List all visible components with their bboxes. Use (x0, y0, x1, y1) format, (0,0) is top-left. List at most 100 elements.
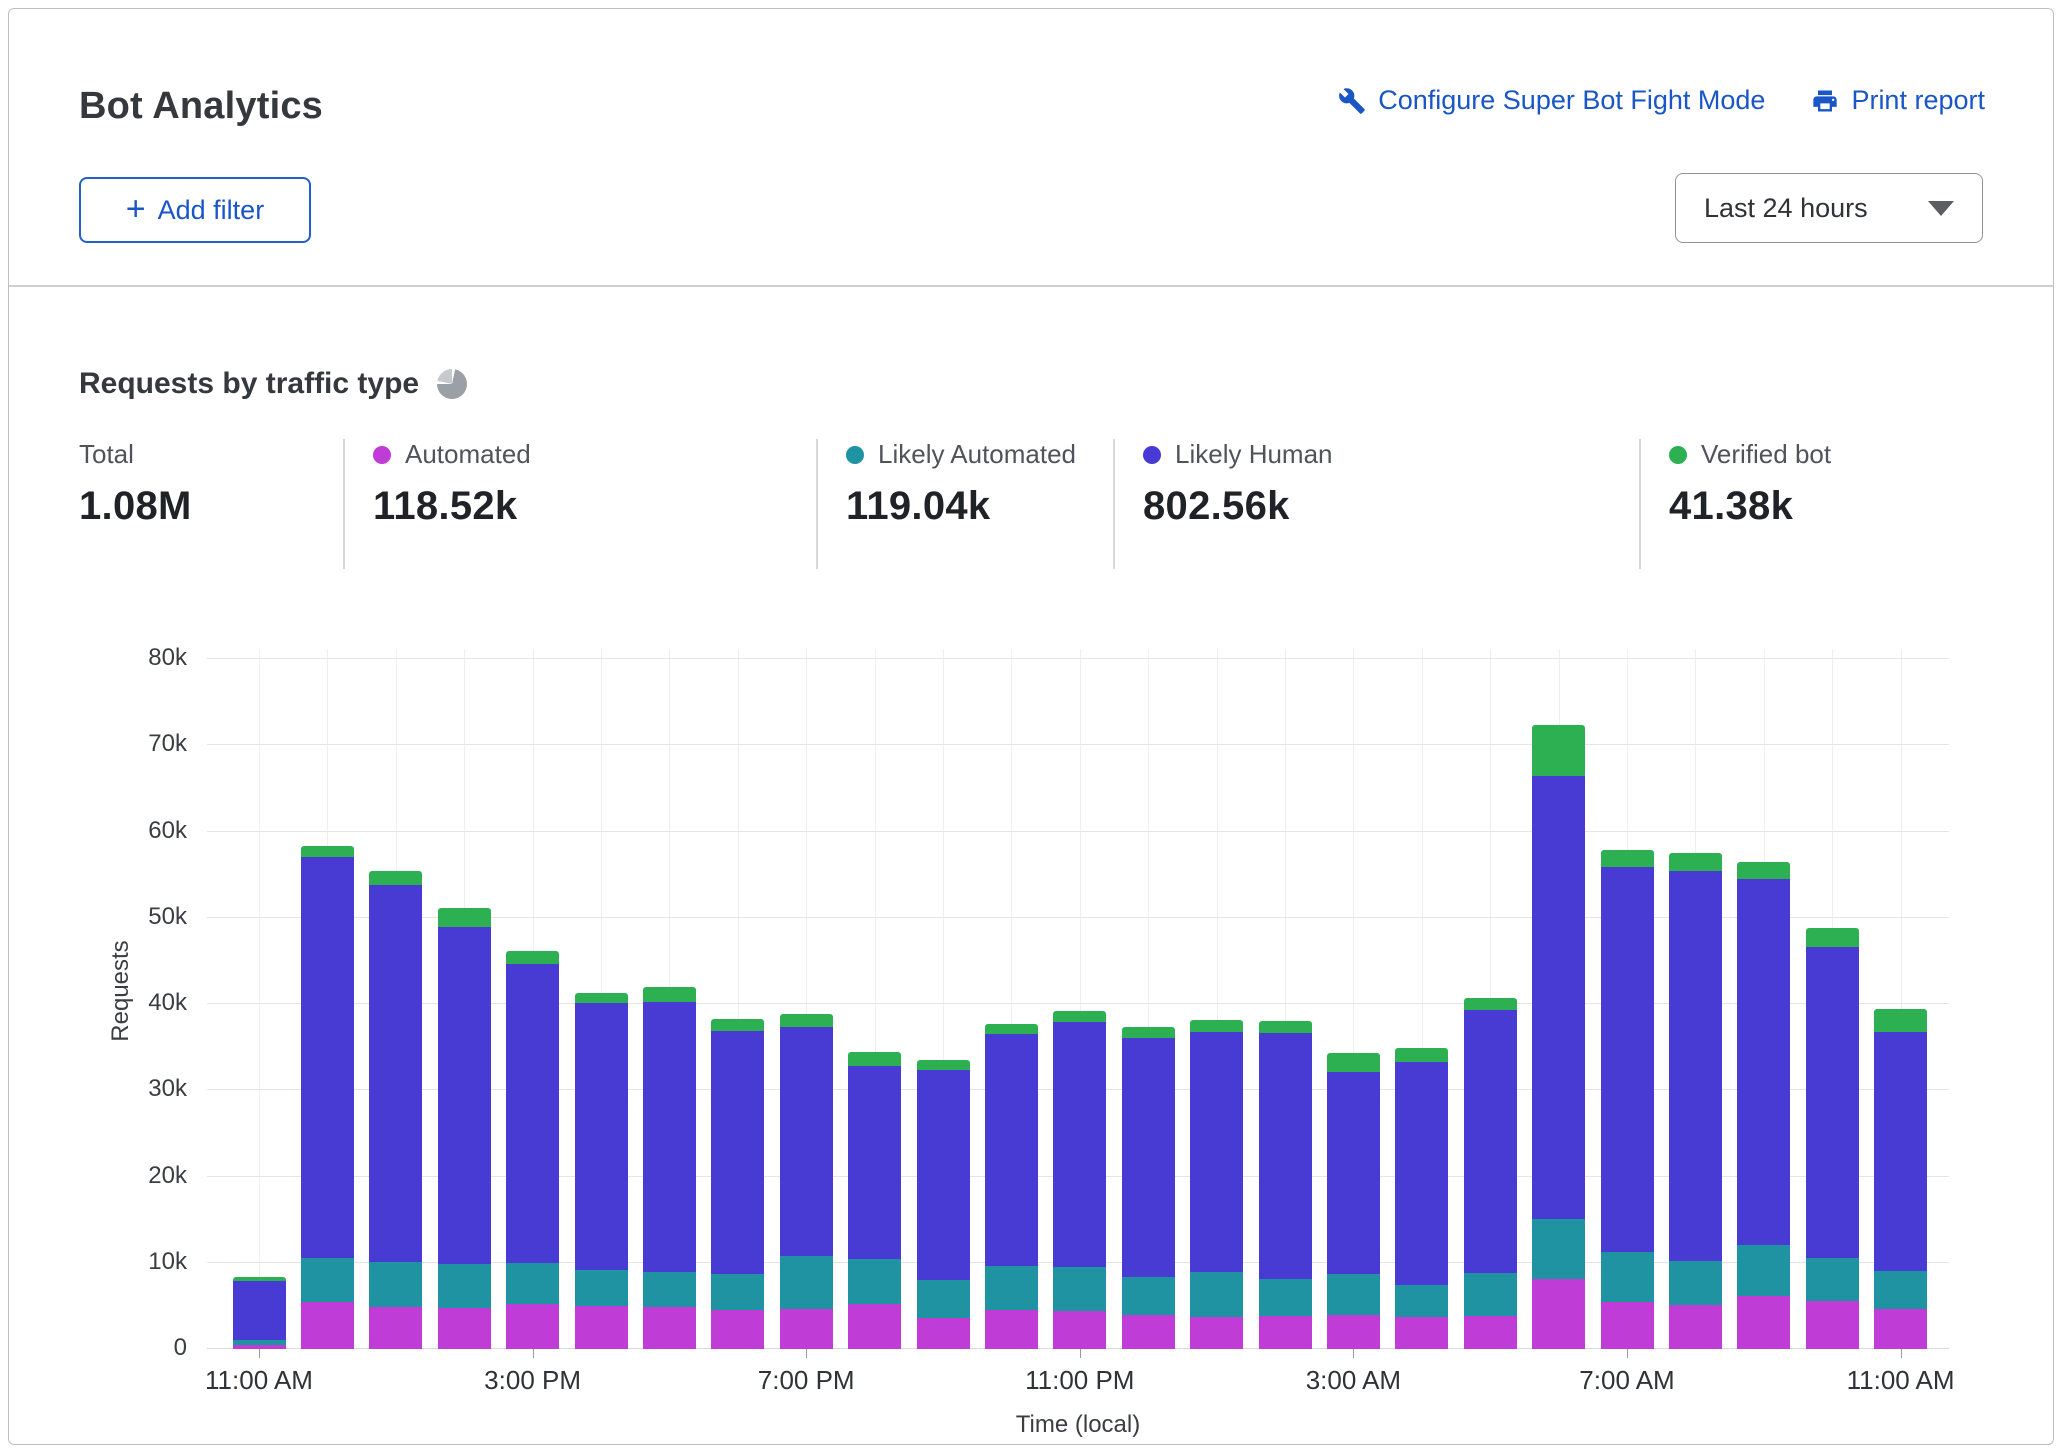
automated-segment (1258, 1316, 1312, 1349)
stacked-bar-400pm[interactable] (574, 992, 628, 1349)
x-axis-tick-label: 3:00 PM (484, 1365, 581, 1395)
likely-human-segment (1190, 1032, 1244, 1273)
likely-automated-dot (846, 445, 864, 464)
automated-segment (1463, 1316, 1517, 1349)
add-filter-label: Add filter (157, 194, 265, 225)
y-axis-tick-label: 0 (173, 1334, 187, 1361)
stacked-bar-1000am[interactable] (1805, 928, 1859, 1349)
verified-bot-segment (848, 1052, 902, 1067)
likely-human-segment (1395, 1061, 1449, 1286)
stacked-bar-1200am[interactable] (1121, 1027, 1175, 1349)
automated-segment (779, 1309, 833, 1349)
automated-segment (711, 1310, 765, 1349)
stacked-bar-300pm[interactable] (506, 950, 560, 1349)
stacked-bar-900am[interactable] (1737, 861, 1791, 1349)
automated-segment (642, 1306, 696, 1349)
stacked-bar-700am[interactable] (1600, 849, 1654, 1349)
automated-dot (373, 445, 391, 464)
automated-segment (984, 1310, 1038, 1349)
likely-human-segment (916, 1069, 970, 1281)
stat-total-label: Total (79, 439, 134, 469)
stacked-bar-600am[interactable] (1532, 725, 1586, 1349)
stacked-bar-1100am[interactable] (1874, 1009, 1928, 1349)
y-axis-tick-label: 60k (148, 816, 187, 844)
stacked-bar-100pm[interactable] (369, 871, 423, 1349)
likely-automated-segment (642, 1272, 696, 1307)
automated-segment (1326, 1315, 1380, 1349)
stacked-bar-1100pm[interactable] (1053, 1010, 1107, 1349)
x-axis-title: Time (local) (1015, 1411, 1141, 1438)
time-range-dropdown[interactable]: Last 24 hours (1675, 173, 1983, 243)
likely-automated-segment (1532, 1218, 1586, 1280)
stat-automated: Automated 118.52k (345, 439, 816, 569)
likely-human-segment (642, 1002, 696, 1273)
verified-bot-segment (711, 1018, 765, 1031)
likely-automated-segment (1737, 1244, 1791, 1297)
stat-verified-bot-label: Verified bot (1701, 439, 1832, 469)
likely-human-segment (506, 964, 560, 1263)
likely-human-segment (711, 1030, 765, 1274)
automated-segment (1600, 1301, 1654, 1349)
y-axis-tick-label: 10k (148, 1247, 187, 1275)
stacked-bar-1100am[interactable] (232, 1277, 286, 1349)
stacked-bar-200pm[interactable] (437, 908, 491, 1349)
configure-super-bot-fight-mode-link[interactable]: Configure Super Bot Fight Mode (1338, 85, 1765, 116)
chevron-down-icon (1928, 200, 1954, 216)
automated-segment (1737, 1296, 1791, 1349)
likely-automated-segment (1053, 1267, 1107, 1312)
verified-bot-segment (1805, 928, 1859, 948)
likely-automated-segment (1668, 1261, 1722, 1306)
stacked-bar-600pm[interactable] (711, 1018, 765, 1349)
stacked-bar-100am[interactable] (1190, 1019, 1244, 1349)
x-axis-tick (1353, 1349, 1355, 1358)
page-title: Bot Analytics (79, 85, 324, 127)
verified-bot-segment (1874, 1009, 1928, 1033)
likely-automated-segment (369, 1261, 423, 1307)
verified-bot-segment (1053, 1010, 1107, 1023)
verified-bot-segment (1190, 1019, 1244, 1033)
requests-stacked-bar-chart: 11:00 AM 3:00 PM 7:00 PM 11:00 PM 3:00 AM 7:0… (205, 649, 1955, 1395)
verified-bot-dot (1669, 445, 1687, 464)
horizontal-gridline (207, 744, 1949, 746)
automated-segment (437, 1308, 491, 1349)
stacked-bar-800am[interactable] (1668, 853, 1722, 1349)
stacked-bar-1000pm[interactable] (984, 1023, 1038, 1349)
x-axis-tick-label: 7:00 AM (1579, 1365, 1675, 1395)
add-filter-button[interactable]: + Add filter (79, 177, 311, 243)
horizontal-gridline (207, 830, 1949, 832)
x-axis-tick-label: 3:00 AM (1305, 1365, 1402, 1395)
stacked-bar-500pm[interactable] (642, 986, 696, 1349)
likely-automated-segment (1805, 1258, 1859, 1301)
stacked-bar-200am[interactable] (1258, 1021, 1312, 1349)
likely-human-segment (1600, 866, 1654, 1252)
automated-segment (1053, 1311, 1107, 1349)
stat-verified-bot-value: 41.38k (1669, 484, 1794, 528)
stacked-bar-900pm[interactable] (916, 1060, 970, 1349)
automated-segment (1395, 1317, 1449, 1349)
stacked-bar-700pm[interactable] (779, 1014, 833, 1349)
stacked-bar-400am[interactable] (1395, 1048, 1449, 1349)
likely-human-segment (300, 857, 354, 1259)
bot-analytics-card: Bot Analytics Configure Super Bot Fight … (8, 8, 2054, 1445)
verified-bot-segment (642, 986, 696, 1003)
x-axis-tick (806, 1349, 808, 1358)
likely-automated-segment (506, 1262, 560, 1305)
stat-likely-automated-value: 119.04k (846, 484, 991, 528)
horizontal-gridline (207, 658, 1949, 660)
plus-icon: + (125, 189, 146, 228)
verified-bot-segment (1258, 1021, 1312, 1034)
stacked-bar-1200pm[interactable] (300, 846, 354, 1349)
automated-segment (848, 1304, 902, 1349)
y-axis-tick-label: 20k (148, 1161, 187, 1189)
likely-automated-segment (1874, 1270, 1928, 1310)
x-axis-tick-label: 11:00 PM (1025, 1365, 1135, 1395)
print-report-link[interactable]: Print report (1811, 85, 1985, 116)
stacked-bar-300am[interactable] (1326, 1053, 1380, 1349)
stacked-bar-800pm[interactable] (848, 1052, 902, 1349)
x-axis-tick (532, 1349, 534, 1358)
stacked-bar-500am[interactable] (1463, 998, 1517, 1349)
x-axis-tick-label: 11:00 AM (1846, 1365, 1955, 1395)
likely-automated-segment (1326, 1273, 1380, 1316)
likely-human-segment (1326, 1072, 1380, 1274)
likely-automated-segment (1258, 1279, 1312, 1317)
